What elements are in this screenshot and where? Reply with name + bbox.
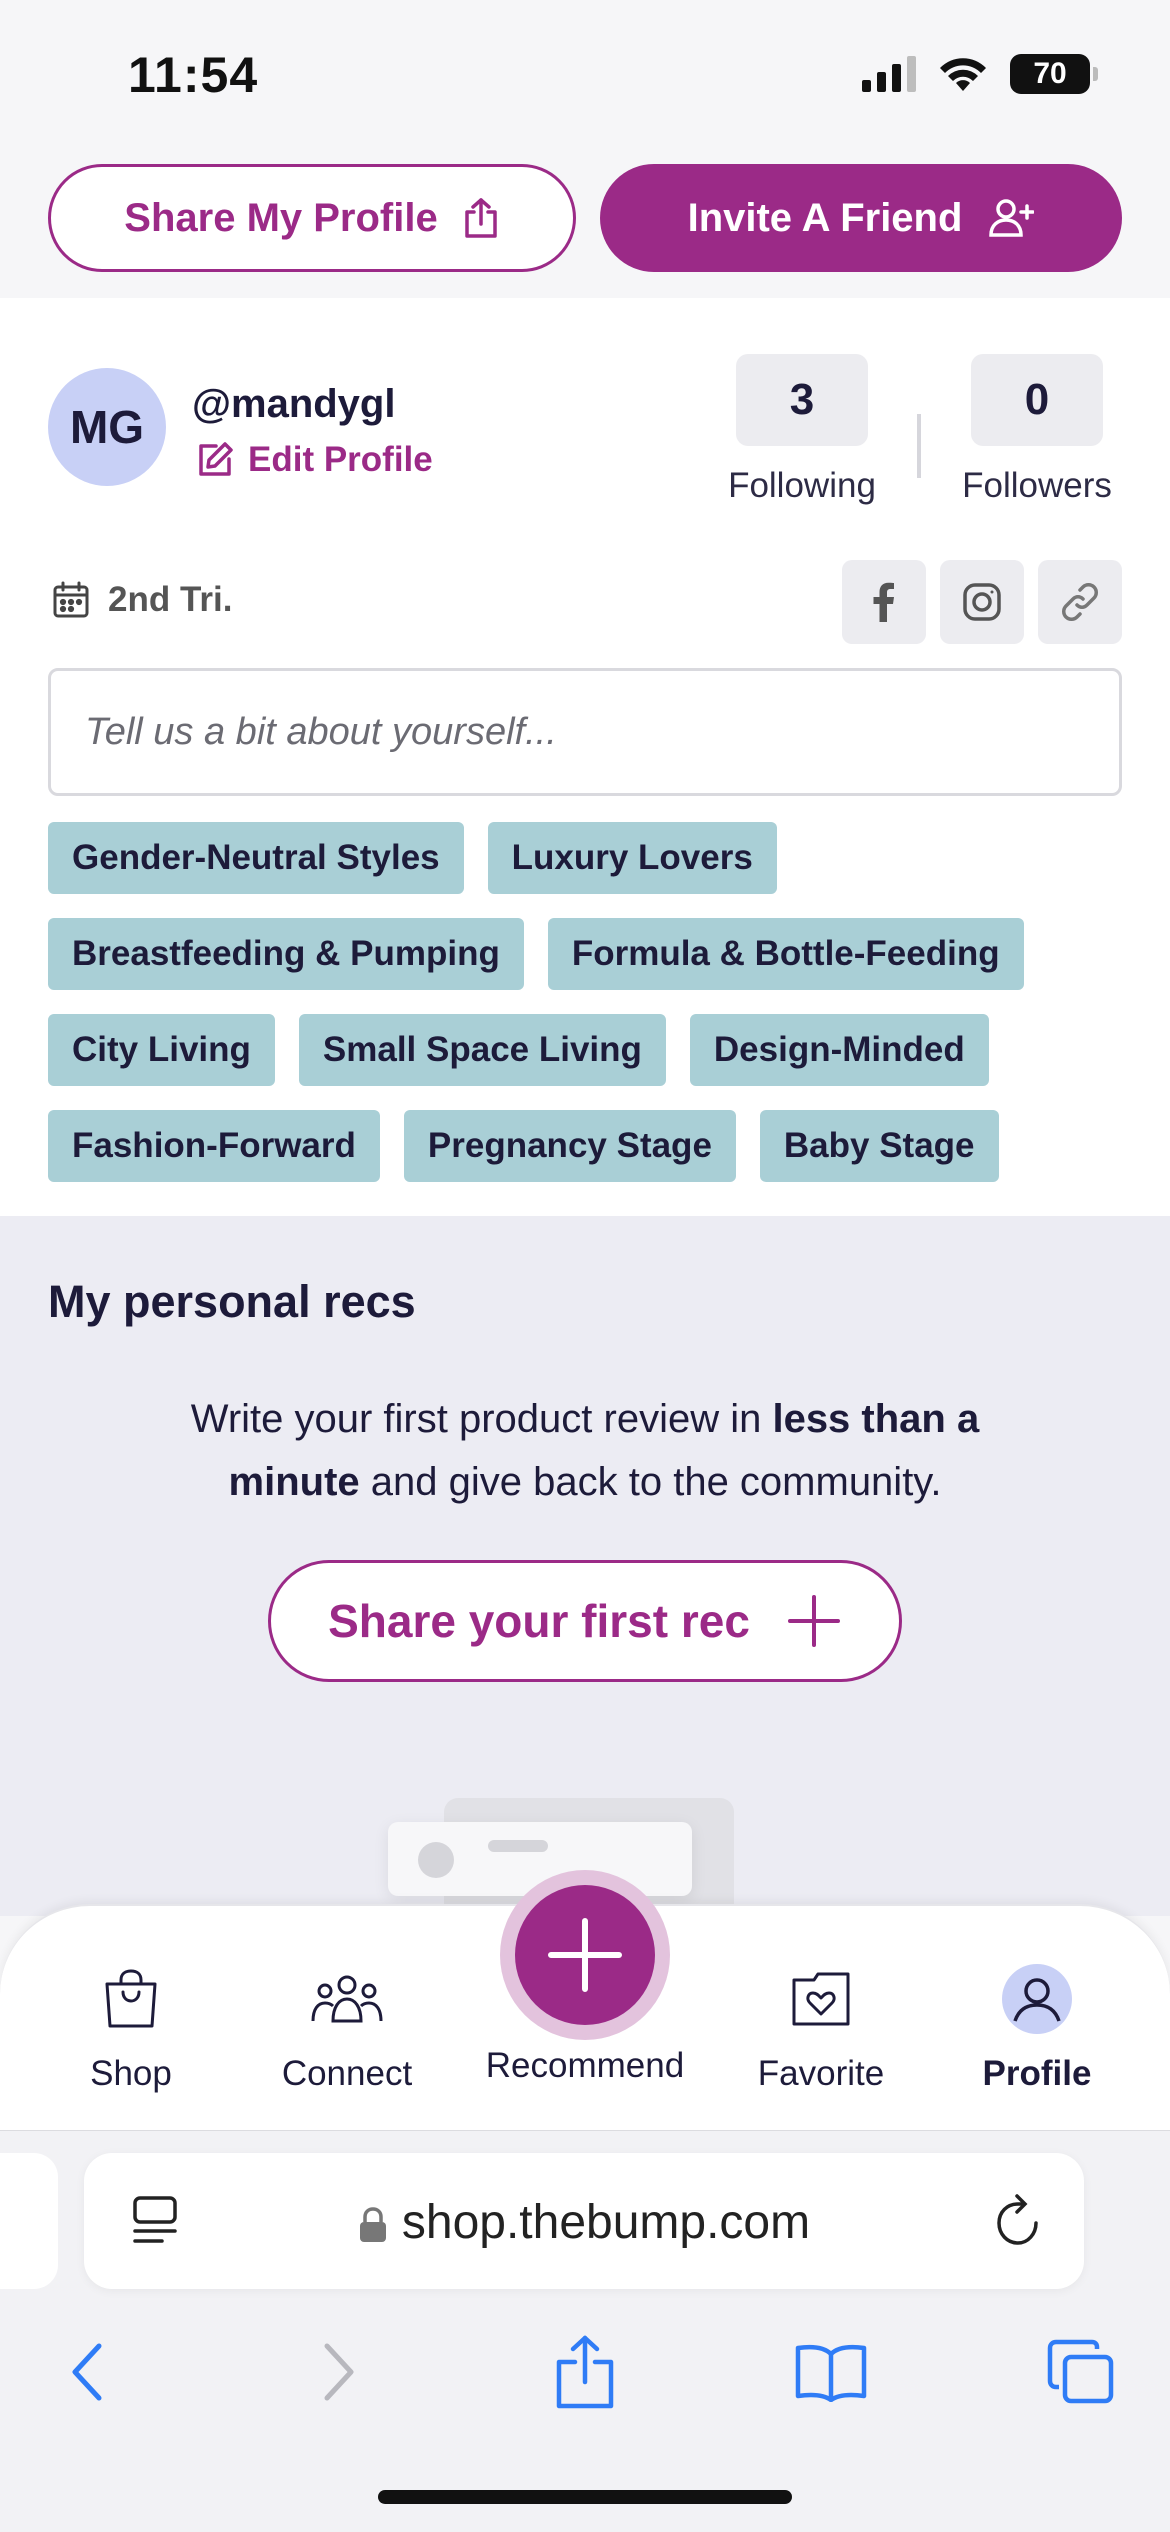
- followers-count: 0: [971, 354, 1103, 446]
- chevron-right-icon: [324, 2343, 354, 2401]
- share-icon: [556, 2335, 614, 2409]
- nav-connect-label: Connect: [281, 2054, 413, 2093]
- followers-label: Followers: [962, 466, 1112, 505]
- bookmarks-button[interactable]: [786, 2327, 876, 2417]
- edit-profile-link[interactable]: Edit Profile: [196, 440, 433, 480]
- recs-description: Write your first product review in less …: [120, 1388, 1050, 1514]
- nav-connect[interactable]: Connect: [252, 1962, 442, 2094]
- recs-title: My personal recs: [48, 1276, 416, 1327]
- url-bar[interactable]: shop.thebump.com: [84, 2153, 1084, 2289]
- tabs-icon: [1047, 2339, 1114, 2404]
- share-profile-label: Share My Profile: [124, 195, 438, 240]
- instagram-icon: [963, 583, 1001, 621]
- lock-icon: [359, 2207, 386, 2243]
- interest-tag[interactable]: Pregnancy Stage: [403, 1110, 736, 1182]
- recs-text-part1: Write your first product review in: [190, 1397, 773, 1441]
- status-bar: 11:54 70: [0, 0, 1170, 150]
- facebook-button[interactable]: [842, 560, 926, 644]
- share-first-rec-label: Share your first rec: [328, 1595, 750, 1647]
- facebook-icon: [873, 582, 894, 622]
- link-icon: [1062, 583, 1098, 621]
- recs-text-part2: and give back to the community.: [359, 1460, 942, 1504]
- interest-tag[interactable]: Small Space Living: [298, 1014, 666, 1086]
- profile-actions: Share My Profile Invite A Friend: [48, 164, 1122, 272]
- heart-folder-icon: [792, 1972, 850, 2026]
- share-icon: [464, 198, 497, 238]
- recommend-fab[interactable]: [500, 1870, 670, 2040]
- back-button[interactable]: [42, 2327, 132, 2417]
- interest-tag[interactable]: Luxury Lovers: [487, 822, 777, 894]
- reload-icon[interactable]: [992, 2193, 1044, 2247]
- people-icon: [311, 1975, 383, 2023]
- nav-favorite[interactable]: Favorite: [726, 1962, 916, 2094]
- plus-icon: [787, 1595, 840, 1647]
- shopping-bag-icon: [105, 1969, 157, 2028]
- wifi-icon: [940, 58, 986, 91]
- edit-profile-label: Edit Profile: [248, 440, 433, 479]
- nav-profile-label: Profile: [982, 2054, 1092, 2093]
- personal-recs-section: My personal recs Write your first produc…: [0, 1216, 1170, 1916]
- nav-recommend-label: Recommend: [485, 2046, 685, 2085]
- plus-icon: [548, 1918, 622, 1992]
- username: @mandygl: [192, 382, 396, 426]
- forward-button[interactable]: [294, 2327, 384, 2417]
- battery-icon: 70: [1010, 54, 1098, 94]
- followers-stat[interactable]: 0 Followers: [952, 354, 1122, 506]
- bio-input[interactable]: Tell us a bit about yourself...: [48, 668, 1122, 796]
- interest-tag[interactable]: Breastfeeding & Pumping: [48, 918, 524, 990]
- book-icon: [795, 2344, 867, 2402]
- calendar-icon: [53, 581, 89, 618]
- share-page-button[interactable]: [540, 2327, 630, 2417]
- social-links: [842, 560, 1122, 644]
- recommend-button[interactable]: [515, 1885, 655, 2025]
- share-first-rec-button[interactable]: Share your first rec: [268, 1560, 902, 1682]
- browser-chrome: shop.thebump.com: [0, 2130, 1170, 2532]
- tabs-button[interactable]: [1036, 2327, 1126, 2417]
- home-indicator: [378, 2490, 792, 2504]
- instagram-button[interactable]: [940, 560, 1024, 644]
- invite-friend-label: Invite A Friend: [687, 195, 963, 240]
- cellular-signal-icon: [862, 56, 916, 92]
- share-profile-button[interactable]: Share My Profile: [48, 164, 576, 272]
- link-button[interactable]: [1038, 560, 1122, 644]
- invite-friend-button[interactable]: Invite A Friend: [600, 164, 1122, 272]
- edit-icon: [199, 442, 233, 476]
- nav-shop[interactable]: Shop: [36, 1962, 226, 2094]
- interest-tags: Gender-Neutral Styles Luxury Lovers Brea…: [48, 822, 1128, 1206]
- nav-shop-label: Shop: [90, 2054, 172, 2093]
- following-stat[interactable]: 3 Following: [717, 354, 887, 506]
- interest-tag[interactable]: Gender-Neutral Styles: [48, 822, 464, 894]
- following-count: 3: [736, 354, 868, 446]
- browser-toolbar: [0, 2327, 1170, 2427]
- url-label: shop.thebump.com: [401, 2196, 811, 2249]
- interest-tag[interactable]: Baby Stage: [759, 1110, 999, 1182]
- trimester-label: 2nd Tri.: [108, 580, 233, 619]
- add-person-icon: [989, 199, 1035, 237]
- following-label: Following: [728, 466, 876, 505]
- url-text: shop.thebump.com: [84, 2195, 1084, 2250]
- profile-card: MG @mandygl Edit Profile 3 Following 0 F…: [0, 298, 1170, 1216]
- stat-divider: [917, 414, 921, 478]
- status-time: 11:54: [128, 47, 259, 103]
- profile-icon: [1002, 1964, 1072, 2034]
- previous-tab[interactable]: [0, 2153, 58, 2289]
- interest-tag[interactable]: City Living: [48, 1014, 275, 1086]
- interest-tag[interactable]: Design-Minded: [689, 1014, 989, 1086]
- interest-tag[interactable]: Formula & Bottle-Feeding: [547, 918, 1024, 990]
- status-icons: 70: [862, 54, 1098, 94]
- battery-level: 70: [1033, 57, 1067, 90]
- chevron-left-icon: [72, 2343, 102, 2401]
- trimester-info: 2nd Tri.: [52, 580, 232, 620]
- avatar[interactable]: MG: [48, 368, 166, 486]
- nav-profile[interactable]: Profile: [942, 1962, 1132, 2094]
- interest-tag[interactable]: Fashion-Forward: [48, 1110, 380, 1182]
- nav-favorite-label: Favorite: [757, 2054, 885, 2093]
